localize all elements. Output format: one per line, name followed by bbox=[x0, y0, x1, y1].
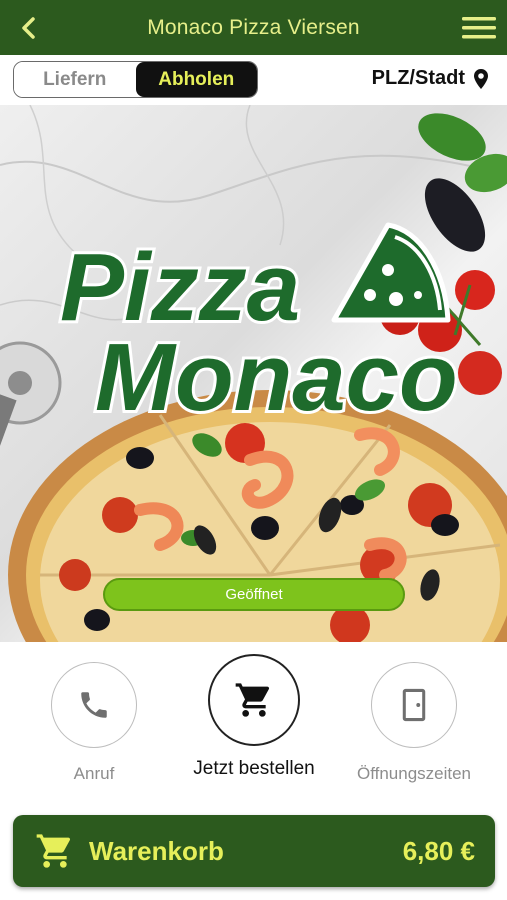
page-title: Monaco Pizza Viersen bbox=[147, 15, 360, 39]
location-selector[interactable]: PLZ/Stadt bbox=[372, 67, 489, 90]
door-icon bbox=[402, 688, 426, 722]
call-button[interactable] bbox=[51, 662, 137, 748]
call-action[interactable]: Anruf bbox=[14, 662, 174, 784]
chevron-left-icon bbox=[22, 17, 35, 39]
logo-line2: Monaco bbox=[95, 324, 458, 431]
shopping-cart-icon bbox=[235, 683, 270, 717]
hero-banner: Pizza Monaco Geöffnet bbox=[0, 105, 507, 642]
pickup-option[interactable]: Abholen bbox=[135, 62, 257, 97]
cart-total: 6,80 € bbox=[402, 835, 475, 866]
call-label: Anruf bbox=[73, 764, 115, 783]
order-mode-row: Liefern Abholen PLZ/Stadt bbox=[0, 55, 507, 105]
opening-hours-action[interactable]: Öffnungszeiten bbox=[334, 662, 494, 784]
phone-icon bbox=[81, 692, 107, 718]
delivery-option[interactable]: Liefern bbox=[14, 62, 136, 97]
hamburger-menu-icon bbox=[462, 17, 496, 39]
map-pin-icon bbox=[474, 68, 488, 89]
menu-button[interactable] bbox=[461, 14, 497, 42]
order-now-label: Jetzt bestellen bbox=[193, 758, 315, 779]
opening-hours-button[interactable] bbox=[371, 662, 457, 748]
location-label: PLZ/Stadt bbox=[371, 67, 465, 89]
open-status-badge: Geöffnet bbox=[103, 578, 405, 611]
pizza-slice-logo-icon bbox=[331, 222, 451, 323]
back-button[interactable] bbox=[16, 14, 42, 42]
hero-pizza-image: Pizza Monaco bbox=[0, 105, 507, 642]
order-mode-toggle: Liefern Abholen bbox=[13, 61, 258, 98]
order-now-action[interactable]: Jetzt bestellen bbox=[174, 654, 334, 780]
cart-label: Warenkorb bbox=[89, 835, 224, 866]
app-header: Monaco Pizza Viersen bbox=[0, 0, 507, 55]
quick-actions: Anruf Jetzt bestellen Öffnungszeiten bbox=[0, 642, 507, 802]
shopping-cart-icon bbox=[36, 834, 71, 868]
opening-hours-label: Öffnungszeiten bbox=[356, 764, 472, 783]
cart-bar[interactable]: Warenkorb 6,80 € bbox=[13, 815, 495, 887]
order-now-button[interactable] bbox=[208, 654, 300, 746]
